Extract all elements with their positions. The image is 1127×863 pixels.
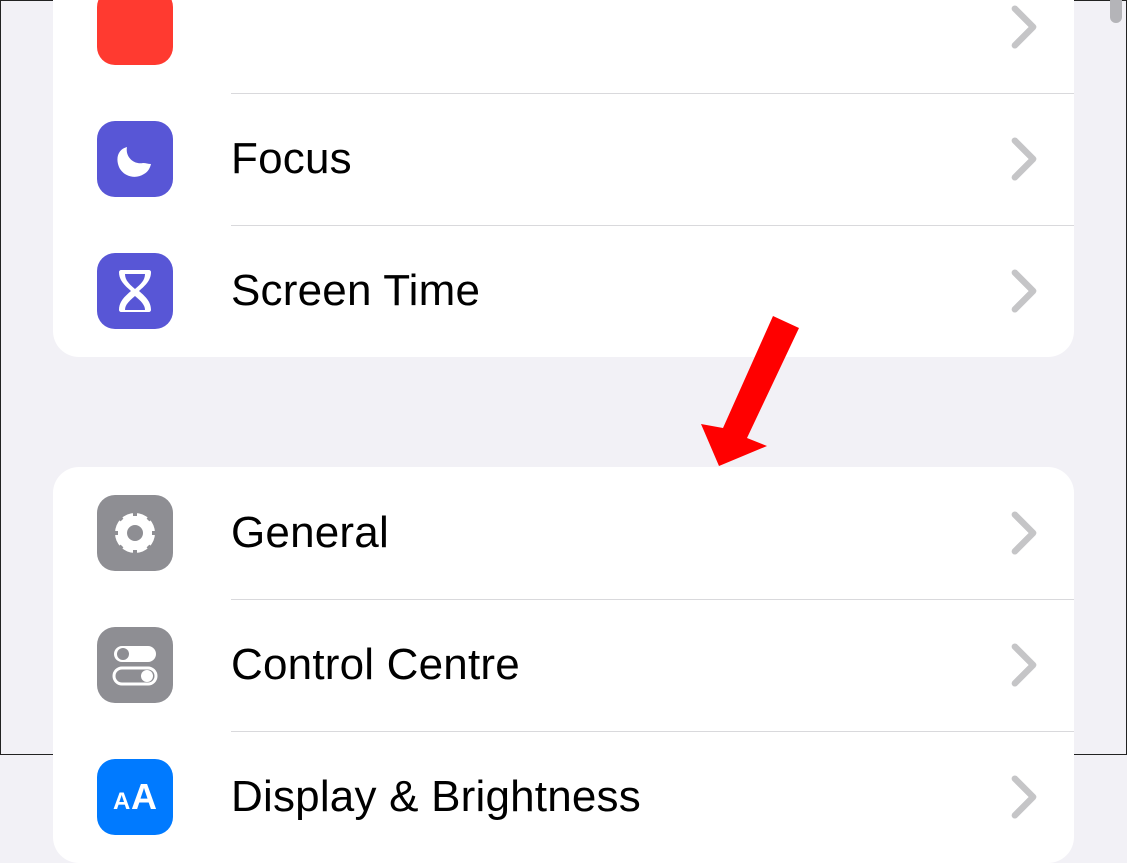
chevron-right-icon xyxy=(1010,5,1038,49)
chevron-right-icon xyxy=(1010,643,1038,687)
row-label: Focus xyxy=(231,134,1010,184)
chevron-right-icon xyxy=(1010,137,1038,181)
settings-group-focus: Focus Screen Time xyxy=(53,0,1074,357)
row-label: General xyxy=(231,508,1010,558)
chevron-right-icon xyxy=(1010,775,1038,819)
toggles-icon xyxy=(97,627,173,703)
settings-row-screen-time[interactable]: Screen Time xyxy=(53,225,1074,357)
settings-row-display-brightness[interactable]: A A Display & Brightness xyxy=(53,731,1074,863)
chevron-right-icon xyxy=(1010,269,1038,313)
gear-icon xyxy=(97,495,173,571)
chevron-right-icon xyxy=(1010,511,1038,555)
row-label: Control Centre xyxy=(231,640,1010,690)
moon-icon xyxy=(97,121,173,197)
svg-text:A: A xyxy=(131,777,157,817)
hourglass-icon xyxy=(97,253,173,329)
text-size-icon: A A xyxy=(97,759,173,835)
svg-text:A: A xyxy=(113,788,130,815)
settings-group-general: General Control Centre A xyxy=(53,467,1074,863)
red-blank-icon xyxy=(97,0,173,65)
settings-row-control-centre[interactable]: Control Centre xyxy=(53,599,1074,731)
settings-row-focus[interactable]: Focus xyxy=(53,93,1074,225)
settings-row-unknown[interactable] xyxy=(53,0,1074,93)
settings-list: Focus Screen Time xyxy=(1,1,1126,754)
row-label: Display & Brightness xyxy=(231,772,1010,822)
row-label: Screen Time xyxy=(231,266,1010,316)
settings-row-general[interactable]: General xyxy=(53,467,1074,599)
scrollbar-thumb[interactable] xyxy=(1110,0,1122,23)
